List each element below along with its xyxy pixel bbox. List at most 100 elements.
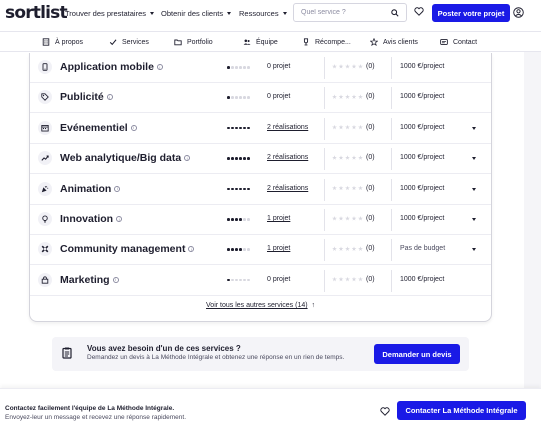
- rating-star-icon: [332, 64, 337, 69]
- search-box[interactable]: [293, 3, 407, 22]
- info-icon[interactable]: i: [116, 216, 123, 222]
- tag-icon: [38, 90, 52, 105]
- level-dot: [235, 157, 238, 160]
- divider: [324, 117, 325, 140]
- tab-portfolio[interactable]: Portfolio: [174, 38, 213, 46]
- tab-reviews[interactable]: Avis clients: [370, 38, 418, 46]
- chevron-down-icon[interactable]: [472, 157, 476, 161]
- divider: [391, 239, 392, 262]
- arrow-up-icon: ↑: [309, 302, 315, 309]
- level-dot: [235, 187, 238, 191]
- level-dot: [231, 157, 234, 160]
- see-all-services-link[interactable]: Voir tous les autres services (14) ↑: [30, 302, 491, 309]
- post-project-button[interactable]: Poster votre projet: [432, 4, 510, 22]
- banner-subtitle: Demandez un devis à La Méthode Intégrale…: [87, 354, 345, 361]
- rating-star-icon: [345, 276, 350, 282]
- budget-value: Pas de budget: [400, 245, 446, 253]
- rating-star-icon: [358, 155, 363, 160]
- budget-value: 1000 €/project: [400, 123, 445, 131]
- level-dot: [243, 278, 246, 282]
- level-dot: [243, 187, 246, 191]
- realisations-count[interactable]: 1 projet: [267, 215, 290, 222]
- realisations-count: 0 projet: [267, 63, 291, 70]
- chevron-down-icon[interactable]: [472, 218, 476, 221]
- heart-icon[interactable]: [414, 7, 424, 16]
- info-icon[interactable]: i: [114, 185, 121, 192]
- info-icon[interactable]: i: [130, 124, 137, 131]
- nav-resources[interactable]: Ressources: [239, 9, 287, 18]
- folder-icon: [174, 39, 182, 46]
- rating-star-icon: [351, 94, 357, 99]
- level-dot: [227, 278, 230, 282]
- divider: [324, 209, 325, 231]
- chevron-down-icon[interactable]: [472, 187, 476, 191]
- level-dot: [247, 278, 251, 282]
- divider: [324, 148, 325, 171]
- rating-star-icon: [351, 185, 357, 191]
- chevron-down-icon[interactable]: [472, 126, 476, 130]
- rating-star-icon: [345, 155, 350, 160]
- service-name: Animation i: [60, 183, 121, 195]
- realisations-count[interactable]: 1 projet: [267, 245, 290, 252]
- level-dot: [227, 187, 230, 191]
- rating-star-icon: [332, 124, 337, 130]
- service-row: Marketing i 0 projet (0) 1000 €/project: [30, 266, 491, 296]
- search-input[interactable]: [301, 9, 381, 16]
- level-dot: [227, 248, 230, 251]
- info-icon[interactable]: i: [184, 155, 191, 162]
- sortlist-logo[interactable]: sortlist: [5, 3, 68, 23]
- realisations-count[interactable]: 2 réalisations: [267, 154, 308, 161]
- animation-icon: [38, 181, 52, 196]
- rating-count: (0): [366, 245, 375, 253]
- search-icon[interactable]: [391, 8, 399, 17]
- rating-star-icon: [351, 155, 357, 160]
- realisations-count: 0 projet: [267, 275, 291, 283]
- mobile-icon: [38, 60, 52, 74]
- rating-star-icon: [351, 246, 357, 251]
- chevron-down-icon: [150, 12, 155, 15]
- info-icon[interactable]: i: [112, 276, 119, 283]
- tab-team[interactable]: Équipe: [243, 38, 278, 46]
- tab-awards[interactable]: Récompe...: [302, 38, 351, 46]
- service-row[interactable]: Community management i 1 projet (0) Pas de b…: [30, 235, 491, 266]
- rating-star-icon: [345, 124, 350, 130]
- level-dot: [243, 157, 246, 160]
- service-row[interactable]: Evénementiel i 2 réalisations (0) 1000 €/pro…: [30, 114, 491, 144]
- nav-get-clients[interactable]: Obtenir des clients: [161, 9, 232, 18]
- contact-agency-button[interactable]: Contacter La Méthode Intégrale: [397, 401, 526, 420]
- rating-star-icon: [345, 216, 350, 221]
- request-quote-button[interactable]: Demander un devis: [374, 344, 460, 364]
- service-name: Evénementiel i: [60, 122, 137, 134]
- level-dot: [239, 157, 242, 160]
- service-row[interactable]: Web analytique/Big data i 2 réalisations (0…: [30, 144, 491, 175]
- info-icon[interactable]: i: [188, 246, 195, 253]
- heart-icon[interactable]: [380, 407, 390, 416]
- tab-services[interactable]: Services: [109, 38, 149, 46]
- rating-star-icon: [345, 64, 350, 69]
- info-icon[interactable]: i: [156, 64, 163, 70]
- user-account-icon[interactable]: [513, 7, 524, 18]
- budget-value: 1000 €/project: [400, 275, 445, 283]
- tab-contact[interactable]: Contact: [440, 38, 477, 46]
- chevron-down-icon: [227, 12, 232, 15]
- contact-bar-title: Contactez facilement l'équipe de La Méth…: [5, 405, 175, 412]
- info-icon[interactable]: i: [106, 94, 113, 101]
- trophy-icon: [303, 38, 309, 46]
- level-dot: [243, 218, 246, 221]
- rating-star-icon: [338, 155, 344, 160]
- document-list-icon: [62, 347, 72, 359]
- realisations-count[interactable]: 2 réalisations: [267, 124, 308, 131]
- expertise-level: [227, 96, 251, 99]
- service-row[interactable]: Innovation i 1 projet (0) 1000 €/project: [30, 205, 491, 235]
- chevron-down-icon[interactable]: [472, 248, 476, 252]
- level-dot: [231, 278, 234, 282]
- rating-stars: [332, 155, 363, 160]
- tab-about[interactable]: À propos: [42, 38, 83, 46]
- rating-star-icon: [332, 276, 337, 282]
- realisations-count[interactable]: 2 réalisations: [267, 185, 308, 192]
- nav-find-providers[interactable]: Trouver des prestataires: [65, 9, 155, 18]
- service-row[interactable]: Animation i 2 réalisations (0) 1000 €/projec…: [30, 175, 491, 205]
- level-dot: [227, 218, 230, 221]
- divider: [391, 117, 392, 140]
- level-dot: [235, 218, 238, 221]
